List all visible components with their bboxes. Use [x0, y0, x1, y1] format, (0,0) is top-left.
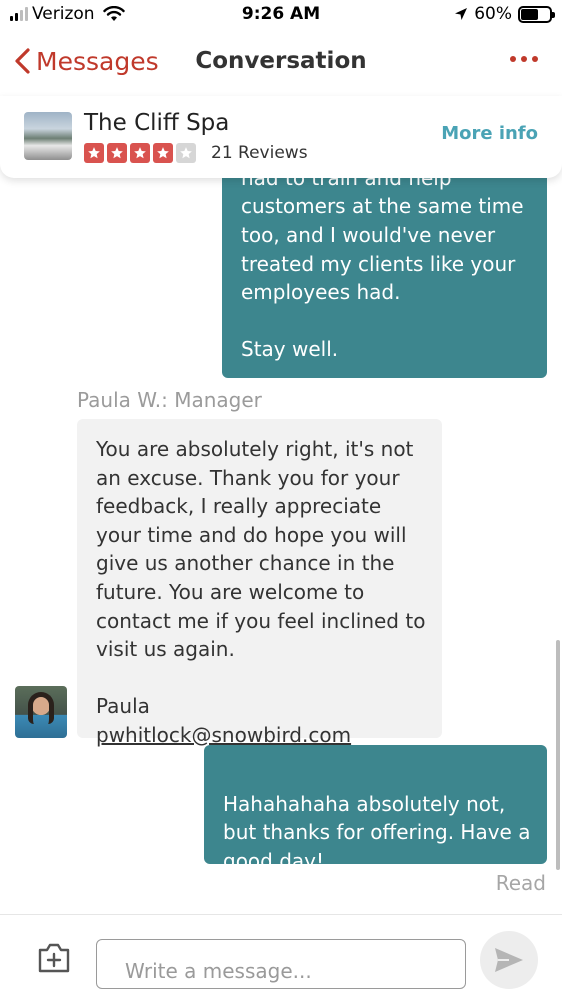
status-bar: Verizon 9:26 AM 60% — [0, 0, 562, 32]
outgoing-message: Hahahahaha absolutely not, but thanks fo… — [204, 745, 547, 873]
star-filled-icon — [153, 143, 173, 163]
sender-label: Paula W.: Manager — [77, 388, 262, 412]
star-empty-icon — [176, 143, 196, 163]
message-input[interactable] — [96, 939, 466, 989]
send-icon — [495, 948, 523, 972]
more-info-link[interactable]: More info — [441, 123, 538, 144]
camera-plus-icon[interactable] — [36, 941, 72, 975]
message-list[interactable]: had to train and help customers at the s… — [0, 178, 562, 914]
read-receipt: Read — [495, 871, 546, 895]
location-arrow-icon — [455, 8, 468, 20]
star-filled-icon — [84, 143, 104, 163]
status-right: 60% — [454, 4, 555, 24]
message-text: Hahahahaha absolutely not, but thanks fo… — [223, 791, 531, 873]
battery-icon — [518, 5, 555, 23]
more-dots-icon[interactable] — [510, 56, 538, 62]
battery-percent: 60% — [474, 4, 512, 24]
business-name: The Cliff Spa — [84, 110, 230, 136]
nav-bar: Messages Conversation — [0, 36, 562, 92]
message-text: You are absolutely right, it's not an ex… — [96, 437, 426, 719]
scrollbar[interactable] — [556, 640, 560, 870]
battery-level — [521, 8, 538, 20]
star-rating — [84, 143, 196, 163]
star-filled-icon — [130, 143, 150, 163]
business-photo — [24, 112, 72, 160]
page-title: Conversation — [195, 48, 367, 74]
incoming-message: You are absolutely right, it's not an ex… — [77, 419, 442, 747]
composer — [0, 914, 562, 1000]
avatar — [15, 686, 67, 738]
review-count: 21 Reviews — [211, 143, 308, 163]
star-filled-icon — [107, 143, 127, 163]
send-button[interactable] — [480, 931, 538, 989]
email-link[interactable]: pwhitlock@snowbird.com — [96, 723, 351, 747]
message-text: had to train and help customers at the s… — [241, 178, 524, 362]
business-header: The Cliff Spa 21 Reviews More info — [0, 96, 562, 178]
outgoing-message: had to train and help customers at the s… — [222, 178, 547, 378]
